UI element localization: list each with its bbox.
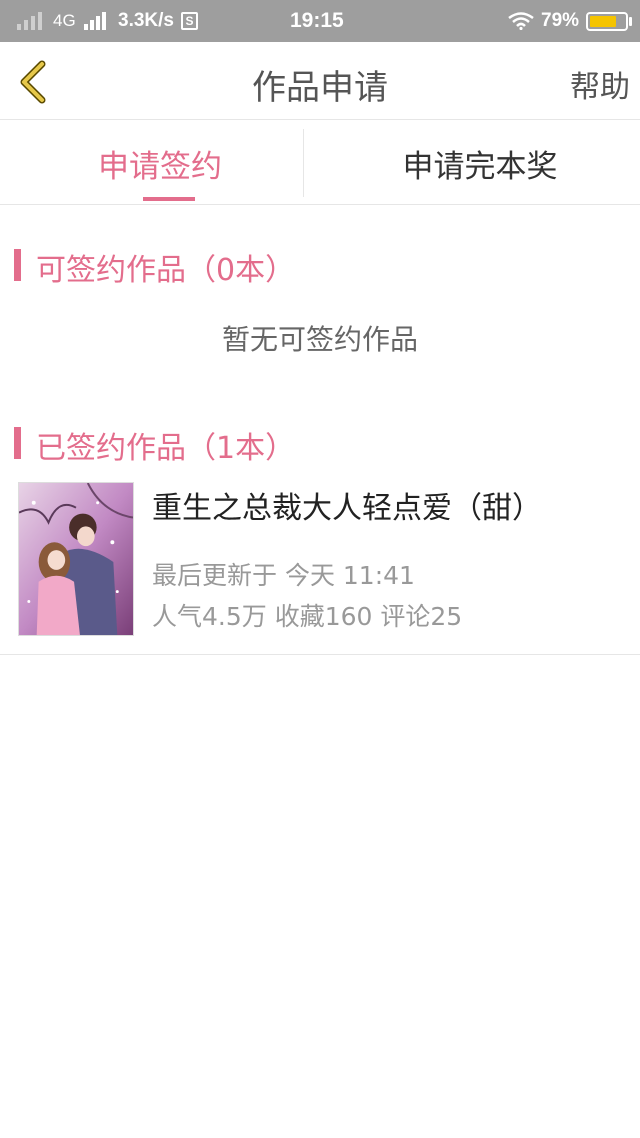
battery-icon [586,12,628,31]
signal-icon [84,12,106,30]
header: 作品申请 帮助 [0,42,640,120]
tab-label: 申请完本奖 [402,149,558,185]
battery-cap [629,17,632,26]
battery-level [590,16,617,27]
list-item[interactable]: 重生之总裁大人轻点爱（甜） 最后更新于 今天 11:41 人气4.5万 收藏16… [0,480,640,655]
network-speed: 3.3K/s [118,10,174,31]
book-cover-image [18,482,134,636]
signal-icon [17,12,42,30]
work-title: 重生之总裁大人轻点爱（甜） [152,491,542,526]
network-type: 4G [53,11,76,30]
tab-apply-completion-award[interactable]: 申请完本奖 [320,121,640,205]
section-marker [14,427,21,459]
tab-divider [303,129,304,197]
battery-percent: 79% [541,10,580,31]
tab-label: 申请签约 [98,149,222,185]
tab-apply-sign[interactable]: 申请签约 [0,121,320,205]
help-button[interactable]: 帮助 [570,62,630,106]
section-title: 可签约作品（0本） [36,253,296,288]
empty-state-text: 暂无可签约作品 [221,323,418,356]
clock: 19:15 [290,9,344,32]
work-stats: 人气4.5万 收藏160 评论25 [152,602,463,631]
section-title: 已签约作品（1本） [36,431,296,466]
status-bar: 4G 3.3K/s S 19:15 79% [0,0,640,42]
work-updated-time: 最后更新于 今天 11:41 [152,561,415,590]
s-badge-icon: S [181,12,198,30]
tab-bar: 申请签约 申请完本奖 [0,121,640,205]
tab-active-indicator [143,197,195,201]
section-marker [14,249,21,281]
page-title: 作品申请 [252,68,388,108]
wifi-icon [508,12,534,30]
